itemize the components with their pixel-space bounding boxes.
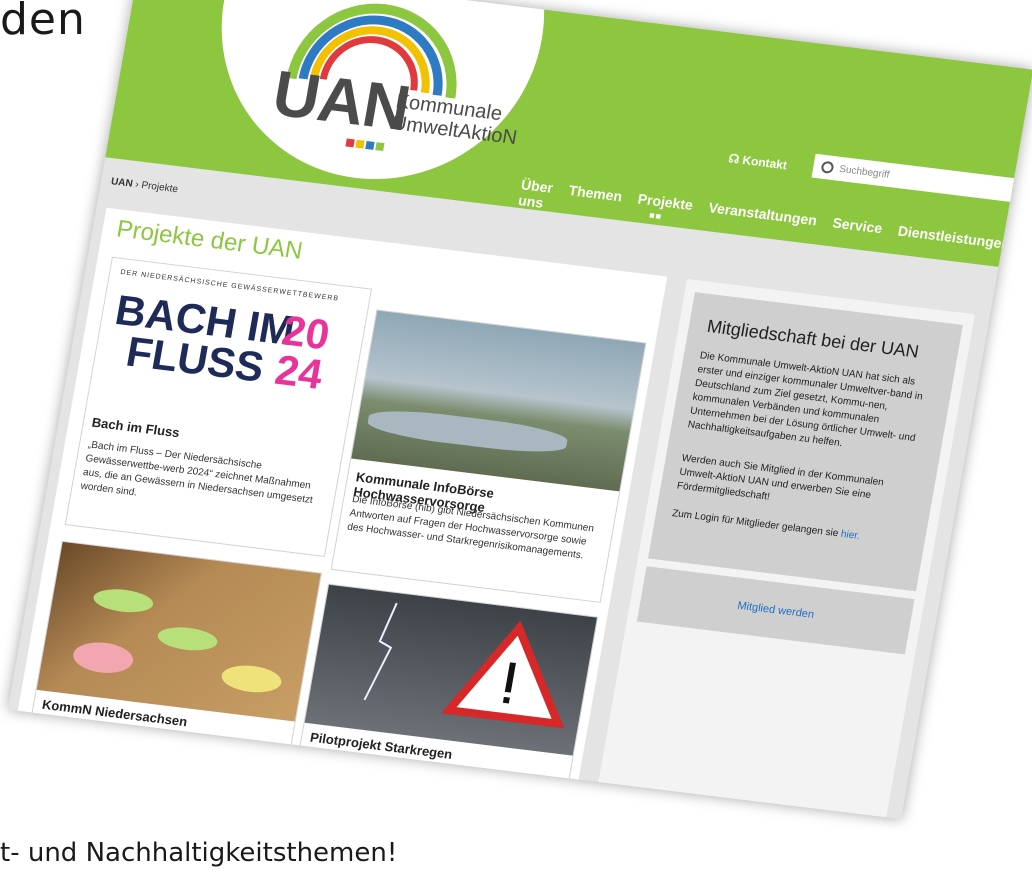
main-content: Projekte der UAN DER NIEDERSÄCHSISCHE GE… xyxy=(16,207,668,790)
breadcrumb: UAN › Projekte xyxy=(110,176,179,195)
login-link[interactable]: hier. xyxy=(840,529,861,542)
project-card-kommn[interactable]: KommN Niedersachsen xyxy=(30,540,322,753)
website-screenshot: UAN Kommunale UmweltAktioN ☊ Kontakt Suc… xyxy=(7,0,1032,820)
membership-box: Mitgliedschaft bei der UAN Die Kommunale… xyxy=(647,292,963,592)
card-text: „Bach im Fluss – Der Niedersächsische Ge… xyxy=(79,439,314,506)
breadcrumb-home[interactable]: UAN xyxy=(110,176,133,189)
page-title: Projekte der UAN xyxy=(114,215,305,265)
idea-card-shape xyxy=(70,639,136,677)
search-placeholder: Suchbegriff xyxy=(838,163,891,181)
bach-im-fluss-banner: DER NIEDERSÄCHSISCHE GEWÄSSERWETTBEWERB … xyxy=(86,257,371,438)
slide-top-text: den xyxy=(0,0,86,45)
flood-water-shape xyxy=(365,405,570,458)
slide-bottom-text: t- und Nachhaltigkeitsthemen! xyxy=(0,838,398,868)
flood-photo xyxy=(351,310,646,492)
idea-card-shape xyxy=(155,624,220,654)
card-title: Bach im Fluss xyxy=(90,414,181,441)
breadcrumb-current: Projekte xyxy=(140,179,179,196)
workshop-photo xyxy=(36,541,321,722)
warning-sign-icon xyxy=(363,602,565,729)
idea-card-shape xyxy=(91,586,156,616)
logo-square-yellow xyxy=(355,139,365,149)
logo-square-green xyxy=(375,142,385,152)
nav-item-projekte[interactable]: Projekte xyxy=(634,191,695,229)
nav-item-ueber-uns[interactable]: Über uns xyxy=(517,176,554,211)
storm-photo xyxy=(304,584,597,756)
nav-item-service[interactable]: Service xyxy=(829,214,883,252)
logo-square-red xyxy=(345,138,355,148)
sidebar: Mitgliedschaft bei der UAN Die Kommunale… xyxy=(596,279,975,820)
project-card-starkregen[interactable]: Pilotprojekt Starkregen xyxy=(298,583,599,787)
membership-text-1: Die Kommunale Umwelt-AktioN UAN hat sich… xyxy=(686,350,924,450)
project-card-bach-im-fluss[interactable]: DER NIEDERSÄCHSISCHE GEWÄSSERWETTBEWERB … xyxy=(64,256,373,557)
banner-year-2: 24 xyxy=(271,345,327,398)
nav-item-themen[interactable]: Themen xyxy=(565,182,623,220)
idea-card-shape xyxy=(219,662,284,696)
breadcrumb-separator: › xyxy=(134,179,140,191)
login-prefix: Zum Login für Mitglieder gelangen sie xyxy=(671,508,842,540)
project-card-infoboerse[interactable]: Kommunale InfoBörse Hochwasservorsorge D… xyxy=(330,309,647,603)
logo-square-blue xyxy=(365,140,375,150)
search-icon xyxy=(820,160,835,174)
